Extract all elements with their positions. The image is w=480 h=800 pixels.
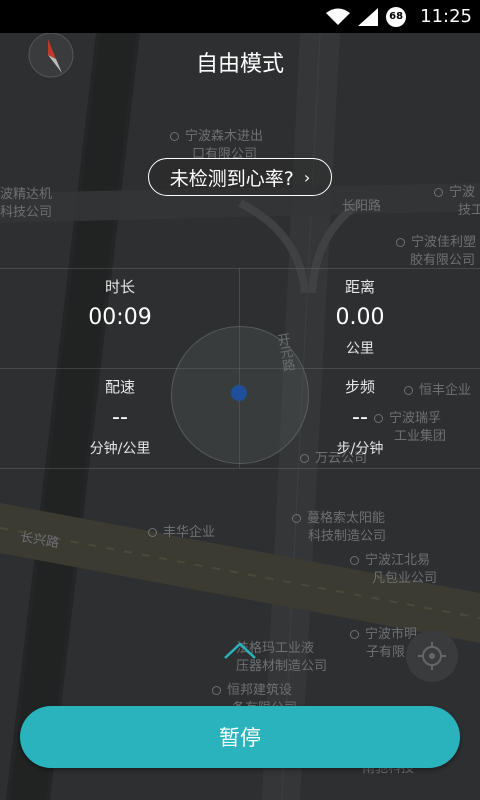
map-label: 压器材制造公司 — [236, 659, 328, 674]
notification-badge: 68 — [386, 6, 407, 27]
map-label: 恒邦建筑设 — [212, 683, 292, 699]
map-label: 波精达机 — [0, 187, 53, 202]
chevron-right-icon: › — [303, 167, 311, 187]
status-bar: 68 11:25 — [0, 0, 480, 33]
chevron-up-icon[interactable] — [223, 640, 257, 660]
stat-pace: 配速 -- 分钟/公里 — [0, 376, 240, 458]
stat-value: 0.00 — [335, 305, 385, 330]
page-title: 自由模式 — [195, 52, 284, 77]
map-label: 丰华企业 — [148, 525, 215, 541]
stat-unit: 步/分钟 — [336, 441, 384, 457]
stat-value: -- — [112, 405, 128, 430]
heart-rate-button[interactable]: 未检测到心率? › — [148, 158, 332, 196]
signal-icon — [358, 7, 379, 26]
map-label: 宁波市明 — [350, 627, 417, 643]
divider — [0, 468, 480, 469]
stat-cadence: 步频 -- 步/分钟 — [240, 376, 480, 458]
stat-duration: 时长 00:09 — [0, 276, 240, 330]
map-label: 宁波 — [434, 185, 475, 201]
status-time: 11:25 — [420, 6, 472, 27]
stat-label: 步频 — [344, 378, 375, 396]
stat-label: 配速 — [104, 378, 135, 396]
map-label: 凡包业公司 — [372, 571, 438, 586]
map-label: 技工 — [458, 203, 480, 218]
crosshair-icon — [418, 642, 446, 670]
map-label: 宁波佳利塑 — [396, 235, 476, 251]
wifi-icon — [326, 8, 351, 26]
divider — [0, 268, 480, 269]
map-label: 长阳路 — [342, 199, 382, 214]
map-label: 宁波森木进出 — [170, 129, 263, 145]
map-label: 蔓格索太阳能 — [292, 511, 385, 527]
map-label: 科技制造公司 — [308, 529, 387, 544]
stat-unit: 公里 — [346, 341, 374, 357]
stat-unit: 分钟/公里 — [89, 441, 151, 457]
heart-rate-label: 未检测到心率? — [169, 167, 294, 190]
stat-value: 00:09 — [88, 305, 152, 330]
locate-button[interactable] — [406, 630, 458, 682]
stat-distance: 距离 0.00 公里 — [240, 276, 480, 358]
map-label: 胶有限公司 — [410, 253, 476, 268]
stat-value: -- — [352, 405, 368, 430]
pause-button[interactable]: 暂停 — [20, 706, 460, 768]
stat-label: 时长 — [104, 278, 135, 296]
map-label: 宁波江北易 — [350, 553, 430, 569]
map-label: 科技公司 — [0, 205, 53, 220]
stat-label: 距离 — [344, 278, 375, 296]
map-label: 子有限 — [366, 645, 406, 660]
